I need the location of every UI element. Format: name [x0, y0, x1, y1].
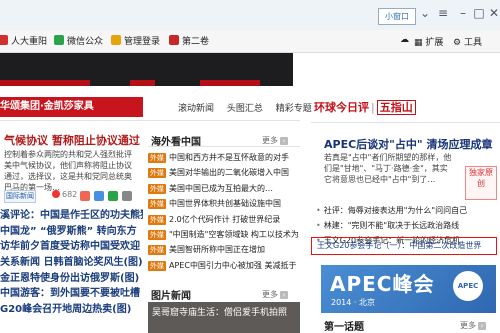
cloud-icon[interactable]: ☁ [400, 35, 409, 45]
bookmark-item[interactable]: 第二卷 [169, 35, 209, 47]
list-item[interactable]: 外媒 中国和西方并不是互怀敌意的对手 [148, 150, 300, 165]
list-item[interactable]: 外媒 美国中国已成为互拍最大的… [148, 181, 300, 196]
media-tag: 外媒 [148, 168, 166, 179]
extension-button[interactable]: ▦ 扩展 [414, 35, 443, 48]
bookmark-icon [0, 35, 8, 45]
media-tag: 外媒 [148, 229, 166, 240]
list-item[interactable]: G20峰会召开地周边热卖(图) [0, 302, 143, 318]
lead-summary: 控制着参众两院的共和党人强烈批评美中气候协议，他们声称将阻止协议通过，选择议，这… [4, 150, 132, 192]
wechat-share-icon[interactable] [108, 191, 118, 201]
tab-special-topics[interactable]: 精彩专题 [276, 104, 312, 114]
arrow-right-icon: › [280, 291, 288, 299]
apec-ad-banner[interactable]: APEC峰会 2014 · 北京 APEC [321, 265, 496, 313]
media-tag: 外媒 [148, 245, 166, 256]
brand-ad-banner[interactable]: 华颂集团·金凯莎家具 [0, 97, 143, 117]
section-title-photos[interactable]: 图片新闻 [151, 287, 191, 302]
mini-window-button[interactable]: 小窗口 [378, 8, 416, 25]
commentary-logo[interactable]: 环球今日评 | 五指山 [314, 99, 416, 115]
top-banner [0, 53, 293, 86]
wrench-icon: ⚙ [453, 38, 462, 48]
qq-icon[interactable] [94, 191, 104, 201]
media-tag: 外媒 [148, 260, 166, 271]
like-count[interactable]: 682 [52, 190, 77, 199]
arrow-right-icon: › [280, 137, 288, 145]
photo-news-thumbnail[interactable]: 吴哥窟寺庙生活：僧侣爱手机拍照 [148, 302, 300, 333]
list-item[interactable]: 金正恩特使身份出访俄罗斯(图) [0, 271, 143, 287]
commentary-headline[interactable]: APEC后谈对"占中" 清场应理成章 [324, 136, 492, 152]
bookmark-item[interactable]: 微信公众 [54, 35, 103, 47]
list-item[interactable]: 外媒 美国智研所称中国正在增加 [148, 242, 300, 257]
tools-button[interactable]: ⚙ 工具 [453, 35, 482, 48]
list-item[interactable]: 外媒 APEC中国引力中心被加强 美减抵于 [148, 258, 300, 273]
heart-icon [52, 190, 60, 198]
list-item[interactable]: 外媒 2.0亿个代码作计 打破世界纪录 [148, 212, 300, 227]
bookmark-icon [169, 35, 179, 45]
chevron-down-icon[interactable]: ⌄ [418, 6, 432, 20]
minimize-icon[interactable]: – [456, 6, 470, 20]
more-link[interactable]: 更多 › [262, 289, 288, 300]
browser-title-bar: 小窗口 ⌄ ≡ – □ ✕ [0, 0, 500, 31]
weibo-icon[interactable] [80, 191, 90, 201]
media-tag: 外媒 [148, 183, 166, 194]
menu-icon[interactable]: ≡ [436, 6, 450, 20]
close-icon[interactable]: ✕ [487, 6, 500, 20]
highlighted-article-link[interactable]: 王文G20参会手记（一）：中国第二次改造世界 [311, 237, 497, 255]
list-item[interactable]: 访华前夕首度受访称中国受欢迎 [0, 239, 143, 255]
maximize-icon[interactable]: □ [472, 6, 486, 20]
media-tag: 外媒 [148, 153, 166, 163]
list-item[interactable]: 关系新闻 日韩首脑论奖风生(图) [0, 255, 143, 271]
wechat-icon [54, 35, 64, 45]
news-tabs: 滚动新闻 头图汇总 精彩专题 [178, 101, 322, 114]
list-item[interactable]: 溪评论：中国是作壬区的功夫熊猫 [0, 208, 143, 224]
more-link[interactable]: 更多 › [460, 320, 486, 331]
bookmark-item[interactable]: 管理登录 [111, 35, 160, 47]
list-item[interactable]: 外媒 "中国制造"空客领域缺 构工以技术为 [148, 227, 300, 242]
overseas-news-list: 外媒 中国和西方并不是互怀敌意的对手 外媒 美国对华输出的二氧化碳增入中国 外媒 美国… [148, 150, 300, 273]
tab-headline-summary[interactable]: 头图汇总 [227, 104, 263, 114]
banner-right [300, 53, 500, 88]
media-tag: 外媒 [148, 199, 166, 210]
arrow-right-icon: › [478, 322, 486, 330]
apec-logo: APEC [453, 271, 483, 301]
share-icon[interactable] [122, 191, 132, 201]
bookmark-bar: 人大重阳 微信公众 管理登录 第二卷 ☁ ▦ 扩展 ⚙ 工具 [0, 30, 500, 53]
source-tag[interactable]: 国际新闻 [4, 190, 36, 203]
list-item[interactable]: 外媒 美国对华输出的二氧化碳增入中国 [148, 165, 300, 180]
left-news-list: 溪评论：中国是作壬区的功夫熊猫 中国龙” “俄罗斯熊” 转向东方 访华前夕首度受… [0, 208, 143, 318]
commentary-summary: 若真是"占中"者们所期望的那样，他们是"甘地"、"马丁·路德·金"，其实它将意思… [324, 153, 452, 184]
list-item[interactable]: 外媒 中国世界体积共创基础设施中国 [148, 196, 300, 211]
list-item[interactable]: 社评：侮辱对接表达用"为什么"问问自己 [316, 203, 496, 218]
lead-headline[interactable]: 气候协议 暂称阻止协议通过 [4, 132, 140, 148]
media-tag: 外媒 [148, 214, 166, 225]
list-item[interactable]: 中国龙” “俄罗斯熊” 转向东方 [0, 224, 143, 240]
list-item[interactable]: 林建："完则不能"取决于长远政治路线 [316, 218, 496, 233]
tab-rolling-news[interactable]: 滚动新闻 [178, 104, 214, 114]
grid-icon: ▦ [414, 38, 423, 48]
more-link[interactable]: 更多 › [262, 135, 288, 146]
list-item[interactable]: 中国游客：到外国要不要被吐槽 [0, 286, 143, 302]
bookmark-item[interactable]: 人大重阳 [0, 35, 47, 47]
exclusive-seal: 独家原创 [465, 166, 497, 200]
gear-icon [111, 35, 121, 45]
section-title-topic[interactable]: 第一话题 [324, 318, 364, 333]
